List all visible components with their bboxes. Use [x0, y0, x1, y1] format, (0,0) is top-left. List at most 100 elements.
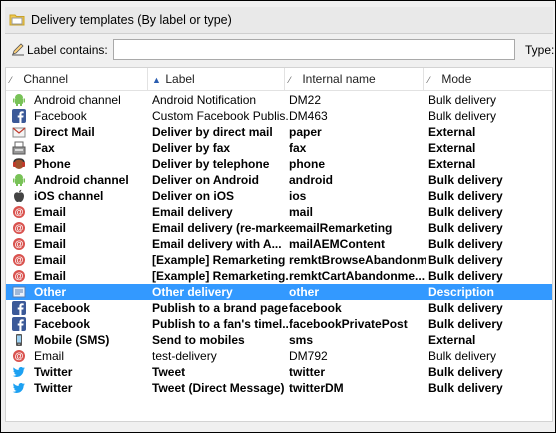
- templates-table: ⁄ Channel ▲ Label ⁄ Internal name ⁄ Mode…: [5, 67, 553, 422]
- channel-text: Email: [34, 237, 67, 251]
- svg-text:@: @: [15, 223, 24, 233]
- cell-channel: @ Email: [12, 252, 152, 268]
- cell-mode: Bulk delivery: [428, 173, 503, 187]
- cell-channel: iOS channel: [12, 188, 152, 204]
- cell-label: [Example] Remarketing..: [152, 269, 289, 283]
- table-row[interactable]: Twitter Tweet (Direct Message) twitterDM Bu…: [6, 380, 552, 396]
- cell-internal-name: android: [289, 173, 333, 187]
- android-icon: [12, 173, 26, 187]
- channel-text: Mobile (SMS): [34, 333, 110, 347]
- cell-internal-name: fax: [289, 141, 307, 155]
- twitter-icon: [12, 365, 26, 379]
- cell-channel: Twitter: [12, 364, 152, 380]
- cell-channel: @ Email: [12, 348, 152, 364]
- table-row[interactable]: Twitter Tweet twitter Bulk delivery: [6, 364, 552, 380]
- cell-channel: Phone: [12, 156, 152, 172]
- channel-text: Facebook: [34, 317, 91, 331]
- label-contains-input[interactable]: [113, 39, 515, 60]
- cell-label: Deliver on Android: [152, 173, 259, 187]
- fax-icon: [12, 141, 26, 155]
- channel-text: Email: [34, 205, 67, 219]
- table-row[interactable]: Direct Mail Deliver by direct mail paper Ex…: [6, 124, 552, 140]
- cell-label: Deliver by direct mail: [152, 125, 273, 139]
- cell-internal-name: mail: [289, 205, 314, 219]
- table-row[interactable]: Other Other delivery other Description: [6, 284, 552, 300]
- channel-text: Email: [34, 221, 67, 235]
- cell-internal-name: twitter: [289, 365, 325, 379]
- cell-channel: @ Email: [12, 220, 152, 236]
- cell-internal-name: remktCartAbandonme...: [289, 269, 426, 283]
- column-header-channel[interactable]: ⁄ Channel: [6, 68, 148, 90]
- sort-neutral-icon: ⁄: [10, 75, 12, 85]
- cell-channel: Twitter: [12, 380, 152, 396]
- cell-label: Publish to a fan's timel...: [152, 317, 289, 331]
- column-header-label[interactable]: ▲ Label: [148, 68, 285, 90]
- cell-internal-name: paper: [289, 125, 322, 139]
- table-row[interactable]: Android channel Android Notification DM22 B…: [6, 92, 552, 108]
- cell-label: Email delivery: [152, 205, 233, 219]
- table-row[interactable]: Fax Deliver by fax fax External: [6, 140, 552, 156]
- cell-mode: Bulk delivery: [428, 349, 497, 363]
- table-row[interactable]: @ Email test-delivery DM792 Bulk delivery: [6, 348, 552, 364]
- svg-text:@: @: [15, 271, 24, 281]
- cell-internal-name: facebookPrivatePost: [289, 317, 408, 331]
- column-header-mode[interactable]: ⁄ Mode: [424, 68, 552, 90]
- cell-label: Publish to a brand page: [152, 301, 289, 315]
- table-row[interactable]: iOS channel Deliver on iOS ios Bulk deliver…: [6, 188, 552, 204]
- cell-internal-name: DM22: [289, 93, 322, 107]
- cell-internal-name: facebook: [289, 301, 342, 315]
- cell-internal-name: twitterDM: [289, 381, 344, 395]
- email-icon: @: [12, 269, 26, 283]
- folder-icon: [9, 14, 25, 26]
- table-row[interactable]: @ Email [Example] Remarketing . remktBrowse…: [6, 252, 552, 268]
- table-row[interactable]: Android channel Deliver on Android android…: [6, 172, 552, 188]
- cell-label: Deliver on iOS: [152, 189, 235, 203]
- channel-text: Email: [34, 253, 67, 267]
- cell-channel: Facebook: [12, 108, 152, 124]
- label-contains-caption: Label contains:: [27, 43, 108, 57]
- window-title: Delivery templates (By label or type): [31, 13, 232, 27]
- email-icon: @: [12, 221, 26, 235]
- table-row[interactable]: @ Email [Example] Remarketing.. remktCartAb…: [6, 268, 552, 284]
- channel-text: Fax: [34, 141, 55, 155]
- table-row[interactable]: Facebook Publish to a brand page facebook B…: [6, 300, 552, 316]
- cell-mode: Bulk delivery: [428, 365, 503, 379]
- table-row[interactable]: @ Email Email delivery (re-marke emailRemar…: [6, 220, 552, 236]
- apple-icon: [12, 189, 26, 203]
- cell-mode: External: [428, 125, 476, 139]
- cell-channel: Facebook: [12, 300, 152, 316]
- cell-label: Email delivery with A...: [152, 237, 282, 251]
- cell-internal-name: other: [289, 285, 319, 299]
- email-icon: @: [12, 237, 26, 251]
- svg-text:@: @: [15, 239, 24, 249]
- table-body: Android channel Android Notification DM22 B…: [6, 92, 552, 396]
- channel-text: Other: [34, 285, 67, 299]
- cell-channel: Android channel: [12, 92, 152, 108]
- phone-icon: [12, 157, 26, 171]
- table-header: ⁄ Channel ▲ Label ⁄ Internal name ⁄ Mode: [6, 68, 552, 91]
- cell-channel: Fax: [12, 140, 152, 156]
- table-row[interactable]: Facebook Publish to a fan's timel... faceb…: [6, 316, 552, 332]
- table-row[interactable]: @ Email Email delivery mail Bulk delivery: [6, 204, 552, 220]
- cell-internal-name: phone: [289, 157, 325, 171]
- svg-text:@: @: [15, 207, 24, 217]
- table-row[interactable]: Phone Deliver by telephone phone External: [6, 156, 552, 172]
- column-header-internal-name[interactable]: ⁄ Internal name: [285, 68, 424, 90]
- cell-mode: Bulk delivery: [428, 221, 503, 235]
- other-channel-icon: [12, 285, 26, 299]
- pencil-icon: [12, 43, 24, 56]
- delivery-templates-window: Delivery templates (By label or type) La…: [0, 0, 556, 433]
- filter-bar: Label contains: Type:: [5, 35, 554, 65]
- sort-ascending-icon: ▲: [152, 75, 161, 85]
- table-row[interactable]: Facebook Custom Facebook Publis... DM463 Bu…: [6, 108, 552, 124]
- cell-label: Email delivery (re-marke: [152, 221, 289, 235]
- window-titlebar: Delivery templates (By label or type): [5, 7, 553, 34]
- table-row[interactable]: Mobile (SMS) Send to mobiles sms External: [6, 332, 552, 348]
- cell-mode: Bulk delivery: [428, 253, 503, 267]
- cell-internal-name: DM463: [289, 109, 328, 123]
- channel-text: Facebook: [34, 301, 91, 315]
- cell-internal-name: ios: [289, 189, 307, 203]
- cell-internal-name: remktBrowseAbandonm: [289, 253, 426, 267]
- twitter-icon: [12, 381, 26, 395]
- table-row[interactable]: @ Email Email delivery with A... mailAEMCon…: [6, 236, 552, 252]
